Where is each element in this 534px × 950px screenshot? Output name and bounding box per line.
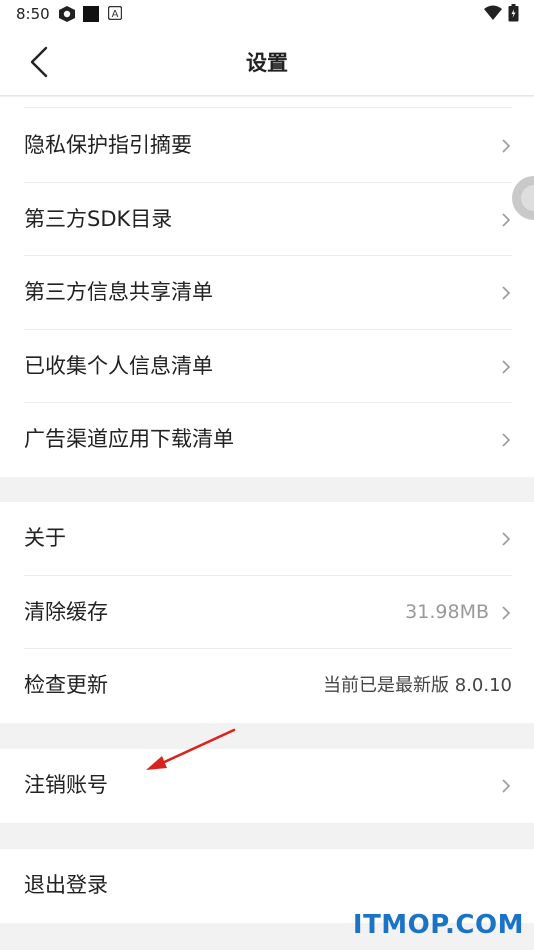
divider [24, 96, 512, 108]
third-party-sdk-item[interactable]: 第三方SDK目录 [0, 183, 534, 257]
check-update-item[interactable]: 检查更新 当前已是最新版 8.0.10 [0, 649, 534, 723]
status-bar: 8:50 A [0, 0, 534, 28]
list-item-label: 隐私保护指引摘要 [24, 133, 192, 157]
list-item-label: 检查更新 [24, 673, 108, 698]
list-item-label: 第三方SDK目录 [24, 206, 173, 231]
chevron-right-icon [502, 532, 511, 546]
about-item[interactable]: 关于 [0, 502, 534, 576]
chevron-right-icon [502, 360, 511, 374]
version-status-value: 当前已是最新版 8.0.10 [323, 675, 512, 697]
page-title: 设置 [246, 51, 288, 75]
chevron-right-icon [502, 606, 511, 620]
list-item-label: 退出登录 [24, 873, 108, 897]
list-item-label: 清除缓存 [24, 599, 108, 624]
list-item-label: 关于 [24, 526, 66, 550]
chevron-right-icon [502, 286, 511, 300]
app-a-icon: A [108, 6, 122, 20]
list-item-label: 已收集个人信息清单 [24, 353, 213, 378]
battery-icon [508, 4, 519, 22]
list-item-label: 第三方信息共享清单 [24, 280, 213, 305]
ad-channel-download-item[interactable]: 广告渠道应用下载清单 [0, 403, 534, 477]
list-item-label: 广告渠道应用下载清单 [24, 427, 234, 452]
watermark-logo: ITMOP.COM [352, 910, 524, 940]
red-arrow-icon [146, 728, 236, 770]
settings-gear-icon [59, 6, 75, 22]
third-party-sharing-item[interactable]: 第三方信息共享清单 [0, 256, 534, 330]
account-group: 注销账号 [0, 749, 534, 823]
assistant-icon [521, 185, 534, 211]
svg-text:A: A [112, 9, 119, 20]
cache-size-value: 31.98MB [405, 600, 489, 623]
collected-info-item[interactable]: 已收集个人信息清单 [0, 330, 534, 404]
app-settings-group: 关于 清除缓存 31.98MB 检查更新 当前已是最新版 8.0.10 [0, 502, 534, 723]
chevron-right-icon [502, 213, 511, 227]
status-time: 8:50 [16, 5, 50, 23]
wifi-icon [484, 5, 502, 20]
app-header: 设置 [0, 28, 534, 96]
chevron-right-icon [502, 779, 511, 793]
chevron-right-icon [502, 139, 511, 153]
privacy-settings-group: 隐私保护指引摘要 第三方SDK目录 第三方信息共享清单 已收集个人信息清单 广告… [0, 109, 534, 477]
clear-cache-item[interactable]: 清除缓存 31.98MB [0, 576, 534, 650]
notification-square-icon [83, 6, 99, 22]
list-item-label: 注销账号 [24, 773, 108, 797]
chevron-right-icon [502, 433, 511, 447]
delete-account-item[interactable]: 注销账号 [0, 749, 534, 823]
privacy-summary-item[interactable]: 隐私保护指引摘要 [0, 109, 534, 183]
